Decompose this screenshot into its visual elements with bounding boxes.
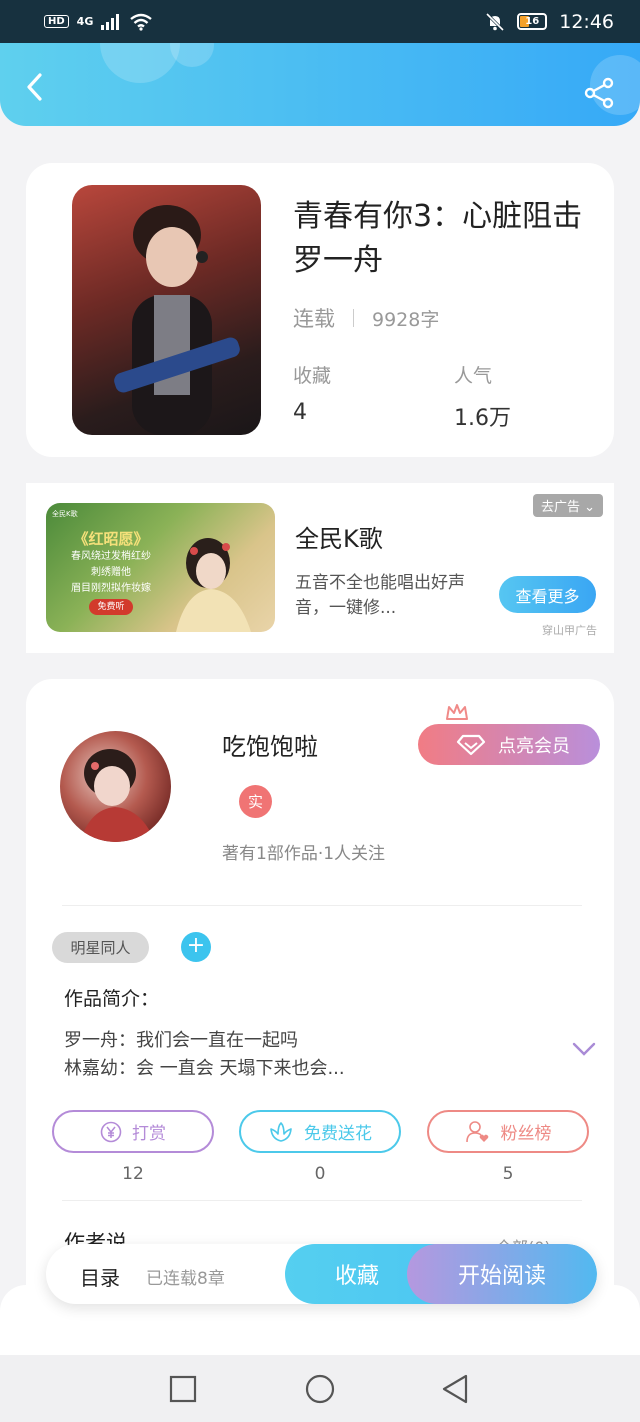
- serial-chapter-info: 已连载8章: [146, 1269, 225, 1289]
- toc-button[interactable]: 目录: [80, 1262, 120, 1291]
- book-title: 青春有你3：心脏阻击罗一舟: [293, 199, 583, 278]
- intro-line: 林嘉幼：会 一直会 天塌下来也会...: [64, 1058, 345, 1079]
- popularity-label: 人气: [454, 365, 493, 387]
- serial-status: 连载: [293, 307, 335, 331]
- chevron-down-icon: ⌄: [584, 500, 596, 515]
- back-icon[interactable]: [22, 71, 48, 103]
- status-left: HD 4G: [44, 13, 153, 31]
- ad-image-headline: 《红昭愿》: [73, 530, 149, 548]
- send-flower-button[interactable]: 免费送花: [239, 1110, 401, 1153]
- reward-button[interactable]: 打赏: [52, 1110, 214, 1153]
- favorites-label: 收藏: [293, 365, 332, 387]
- intro-label: 作品简介：: [64, 988, 160, 1010]
- home-icon[interactable]: [303, 1372, 337, 1406]
- fan-ranking-label: 粉丝榜: [500, 1124, 552, 1144]
- network-indicator: 4G: [76, 15, 94, 28]
- status-bar: HD 4G 16 12:46: [0, 0, 640, 43]
- remove-ad-label: 去广告: [541, 500, 581, 515]
- favorites-stat: 收藏 4: [293, 361, 331, 425]
- book-meta: 连载 9928字: [293, 303, 439, 333]
- verified-badge: 实: [239, 785, 272, 818]
- ad-source: 穿山甲广告: [542, 624, 597, 637]
- ad-banner[interactable]: 全民K歌 《红昭愿》 春风绕过发梢红纱 刺绣赠他 眉目刚烈拟作妆嫁 免费听 全民…: [26, 483, 614, 653]
- fan-ranking-button[interactable]: 粉丝榜: [427, 1110, 589, 1153]
- avatar-illustration: [80, 749, 155, 842]
- back-nav-icon[interactable]: [438, 1372, 472, 1406]
- avatar[interactable]: [60, 731, 171, 842]
- yen-coin-icon: [100, 1121, 122, 1142]
- see-more-button[interactable]: 查看更多: [499, 576, 596, 613]
- ad-description: 五音不全也能唱出好声音，一键修...: [295, 573, 465, 618]
- ad-image-line: 刺绣赠他: [91, 567, 131, 578]
- battery-icon: 16: [517, 13, 548, 30]
- word-count: 9928字: [372, 308, 440, 331]
- meta-divider: [353, 309, 354, 327]
- share-icon[interactable]: [584, 77, 616, 109]
- ad-image-line: 春风绕过发梢红纱: [71, 551, 151, 562]
- author-stats: 著有1部作品·1人关注: [222, 844, 386, 864]
- system-nav-bar: [0, 1355, 640, 1422]
- intro-text: 罗一舟：我们会一直在一起吗 林嘉幼：会 一直会 天塌下来也会...: [64, 1027, 544, 1083]
- start-reading-button[interactable]: 开始阅读: [407, 1244, 597, 1304]
- popularity-stat: 人气 1.6万: [454, 361, 511, 432]
- send-flower-label: 免费送花: [304, 1124, 372, 1144]
- clock: 12:46: [559, 10, 614, 33]
- mute-bell-icon: [486, 12, 505, 31]
- book-info-card: 青春有你3：心脏阻击罗一舟 连载 9928字 收藏 4 人气 1.6万: [26, 163, 614, 457]
- ad-image-text: 《红昭愿》 春风绕过发梢红纱 刺绣赠他 眉目刚烈拟作妆嫁 免费听: [56, 531, 166, 615]
- header: [0, 43, 640, 126]
- chevron-down-icon[interactable]: [572, 1041, 596, 1057]
- popularity-value: 1.6万: [454, 406, 511, 431]
- signal-icon: [101, 13, 120, 30]
- book-cover[interactable]: [72, 185, 261, 435]
- recents-icon[interactable]: [166, 1372, 200, 1406]
- vip-label: 点亮会员: [498, 735, 570, 757]
- decor-bubble: [170, 43, 214, 67]
- reward-label: 打赏: [132, 1124, 166, 1144]
- user-heart-icon: [465, 1120, 488, 1142]
- flower-icon: [270, 1121, 292, 1142]
- cover-illustration: [114, 205, 240, 435]
- diamond-icon: [456, 734, 486, 755]
- decor-bubble: [100, 43, 180, 83]
- reward-count: 12: [122, 1164, 144, 1184]
- favorites-value: 4: [293, 400, 307, 425]
- remove-ad-button[interactable]: 去广告 ⌄: [533, 494, 604, 517]
- divider: [62, 905, 582, 906]
- bottom-action-bar: 目录 已连载8章 收藏 开始阅读: [46, 1244, 597, 1304]
- author-name[interactable]: 吃饱饱啦: [222, 727, 318, 762]
- battery-level: 16: [525, 16, 540, 27]
- hd-indicator: HD: [44, 15, 69, 28]
- genre-tag[interactable]: 明星同人: [52, 932, 149, 963]
- intro-line: 罗一舟：我们会一直在一起吗: [64, 1030, 298, 1051]
- status-right: 16 12:46: [485, 11, 614, 33]
- ad-title: 全民K歌: [295, 525, 383, 553]
- add-tag-button[interactable]: +: [181, 932, 211, 962]
- ad-image[interactable]: 全民K歌 《红昭愿》 春风绕过发梢红纱 刺绣赠他 眉目刚烈拟作妆嫁 免费听: [46, 503, 275, 632]
- crown-icon: [446, 704, 468, 720]
- fan-ranking-count: 5: [502, 1164, 514, 1184]
- vip-button[interactable]: 点亮会员: [418, 724, 600, 765]
- ad-image-line: 眉目刚烈拟作妆嫁: [71, 583, 151, 594]
- ad-image-button: 免费听: [89, 599, 133, 615]
- divider: [62, 1200, 582, 1201]
- send-flower-count: 0: [314, 1164, 326, 1184]
- wifi-icon: [130, 13, 153, 31]
